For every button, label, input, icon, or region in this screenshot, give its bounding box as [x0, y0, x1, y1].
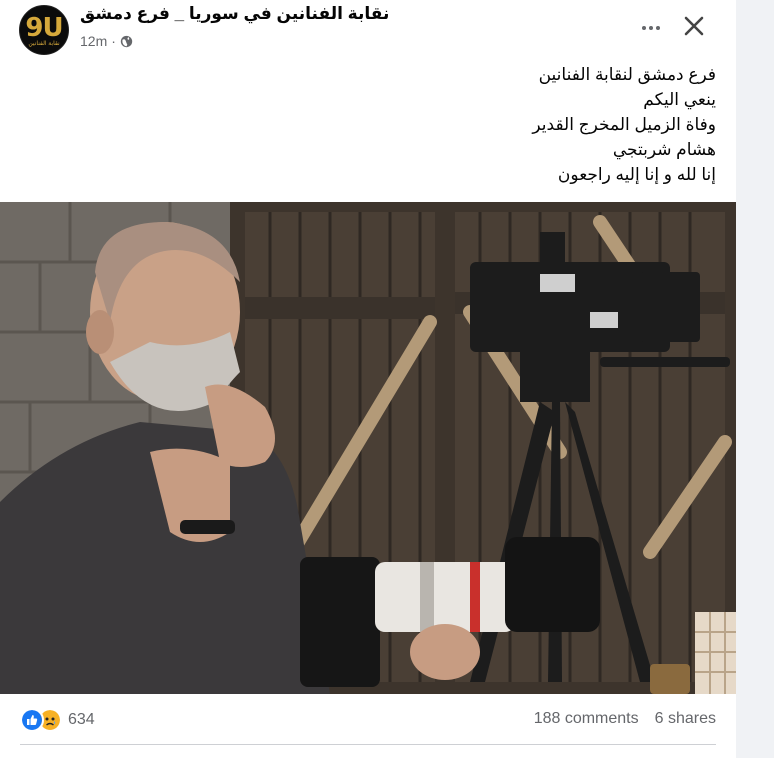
- reaction-summary[interactable]: 634: [20, 708, 95, 732]
- comments-count-link[interactable]: 188 comments: [534, 710, 639, 728]
- post-message: فرع دمشق لنقابة الفنانين ينعي اليكم وفاة…: [116, 62, 716, 187]
- post-text-line: إنا لله و إنا إليه راجعون: [557, 165, 716, 184]
- meta-separator: ·: [111, 33, 116, 49]
- post-text-line: هشام شربتجي: [612, 140, 716, 159]
- page-name-link[interactable]: نقابة الفنانين في سوريا _ فرع دمشق: [80, 4, 389, 24]
- shares-count-link[interactable]: 6 shares: [655, 710, 716, 728]
- like-icon: [20, 708, 44, 732]
- post-time[interactable]: 12m: [80, 33, 107, 49]
- post-meta: 12m ·: [80, 33, 133, 49]
- page-avatar[interactable]: 9U نقابة الفنانين: [19, 5, 69, 55]
- avatar-logo-subtext: نقابة الفنانين: [28, 41, 60, 47]
- post-text-line: ينعي اليكم: [643, 90, 716, 109]
- post-text-line: وفاة الزميل المخرج القدير: [532, 115, 716, 134]
- footer-divider: [20, 744, 716, 745]
- close-icon[interactable]: [680, 12, 708, 40]
- post-stats: 188 comments 6 shares: [534, 710, 716, 728]
- more-dot-icon: [649, 26, 653, 30]
- avatar-logo-text: 9U: [25, 13, 63, 43]
- post-photo[interactable]: [0, 202, 736, 694]
- more-dot-icon: [656, 26, 660, 30]
- post-text-line: فرع دمشق لنقابة الفنانين: [538, 65, 716, 84]
- post-header: 9U نقابة الفنانين نقابة الفنانين في سوري…: [0, 0, 736, 60]
- post-card: 9U نقابة الفنانين نقابة الفنانين في سوري…: [0, 0, 736, 758]
- more-dot-icon: [642, 26, 646, 30]
- photo-illustration: [0, 202, 736, 694]
- reaction-count: 634: [68, 711, 95, 728]
- page-background: [736, 0, 774, 758]
- more-options-button[interactable]: [637, 14, 665, 42]
- globe-icon: [120, 35, 133, 47]
